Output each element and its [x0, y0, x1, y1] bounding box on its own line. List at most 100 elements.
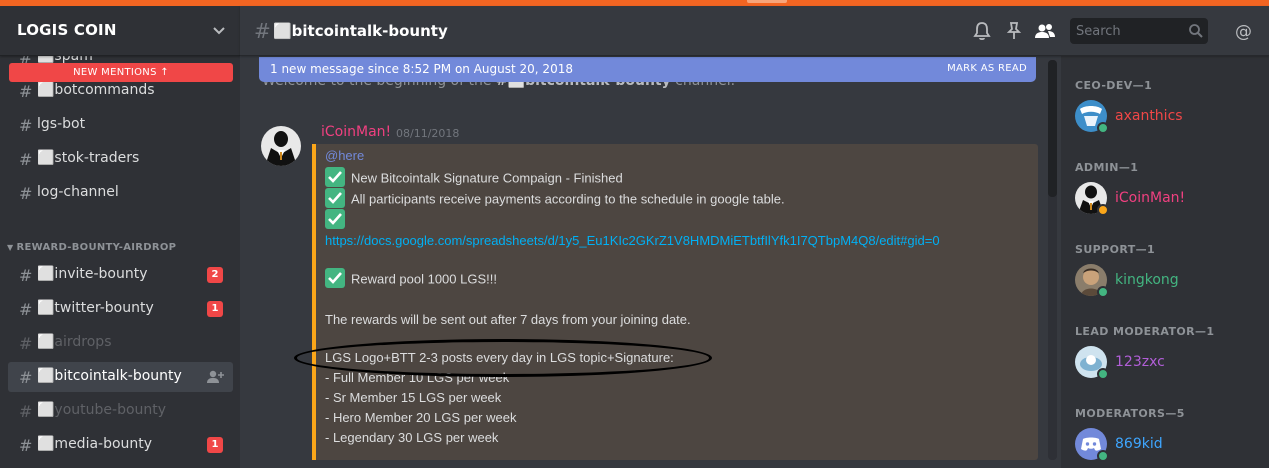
server-header[interactable]: LOGIS COIN: [0, 6, 240, 56]
chevron-down-icon: [213, 27, 225, 35]
embed-text: All participants receive payments accord…: [351, 191, 785, 207]
channel-label: ⬜youtube-bounty: [37, 402, 167, 418]
search-box[interactable]: [1070, 18, 1208, 44]
embed-line-3: [325, 209, 351, 231]
hash-icon: #: [19, 334, 33, 353]
scrollbar-thumb[interactable]: [1048, 60, 1057, 197]
channel-label: ⬜airdrops: [37, 334, 112, 350]
channel-label: ⬜invite-bounty: [37, 266, 148, 282]
mention-badge: 1: [207, 437, 223, 453]
status-indicator: [1097, 122, 1109, 134]
pin-icon[interactable]: [1003, 20, 1025, 42]
role-header: CEO-DEV—1: [1075, 79, 1153, 92]
member-item[interactable]: iCoinMan!: [1071, 177, 1261, 219]
member-name: kingkong: [1115, 272, 1179, 288]
checkmark-icon: [325, 188, 345, 208]
channel-bitcointalk-bounty[interactable]: # ⬜bitcointalk-bounty: [8, 362, 233, 392]
tier-item: - Legendary 30 LGS per week: [325, 430, 499, 445]
mention-icon[interactable]: @: [1232, 20, 1254, 42]
member-list: CEO-DEV—1 axanthics ADMIN—1 iCoinMan! SU…: [1061, 56, 1269, 468]
checkmark-icon: [325, 167, 345, 187]
spreadsheet-link[interactable]: https://docs.google.com/spreadsheets/d/1…: [325, 233, 940, 248]
embed-line-reward: Reward pool 1000 LGS!!!: [325, 268, 497, 290]
new-message-text: 1 new message since 8:52 PM on August 20…: [270, 62, 573, 76]
member-item[interactable]: kingkong: [1071, 259, 1261, 301]
channel-label: ⬜twitter-bounty: [37, 300, 154, 316]
channel-label: log-channel: [37, 184, 119, 200]
chat-header: # ⬜bitcointalk-bounty @: [240, 6, 1269, 56]
hash-icon: #: [19, 116, 33, 135]
role-header: LEAD MODERATOR—1: [1075, 325, 1215, 338]
messages-area: Welcome to the beginning of the #⬜bitcoi…: [240, 56, 1048, 468]
member-name: iCoinMan!: [1115, 190, 1186, 206]
bell-icon[interactable]: [971, 20, 993, 42]
channel-lgs-bot[interactable]: # lgs-bot: [8, 110, 233, 140]
member-item[interactable]: axanthics: [1071, 95, 1261, 137]
mark-as-read-button[interactable]: MARK AS READ: [947, 63, 1027, 74]
embed-text: Reward pool 1000 LGS!!!: [351, 271, 497, 287]
channel-media-bounty[interactable]: # ⬜media-bounty 1: [8, 430, 233, 460]
mention-badge: 1: [207, 301, 223, 317]
message-embed: @here New Bitcointalk Signature Compaign…: [312, 144, 1038, 460]
arrow-up-icon: ↑: [160, 67, 169, 78]
channel-title: ⬜bitcointalk-bounty: [273, 22, 448, 40]
hash-icon: #: [19, 436, 33, 455]
avatar[interactable]: [261, 126, 301, 166]
status-indicator: [1097, 286, 1109, 298]
member-item[interactable]: 123zxc: [1071, 341, 1261, 383]
checkmark-icon: [325, 209, 345, 229]
hash-icon: #: [19, 82, 33, 101]
add-user-icon[interactable]: [206, 369, 224, 385]
hash-icon: #: [19, 402, 33, 421]
category-header[interactable]: ▼ REWARD-BOUNTY-AIRDROP: [7, 242, 176, 253]
caret-down-icon: ▼: [7, 243, 14, 252]
new-mentions-button[interactable]: NEW MENTIONS ↑: [9, 63, 233, 82]
role-header: SUPPORT—1: [1075, 243, 1156, 256]
search-icon: [1189, 24, 1203, 38]
channel-label: lgs-bot: [37, 116, 86, 132]
member-item[interactable]: 869kid: [1071, 423, 1261, 465]
here-mention[interactable]: @here: [325, 148, 364, 163]
channel-label: ⬜media-bounty: [37, 436, 153, 452]
hash-icon: #: [19, 300, 33, 319]
server-name: LOGIS COIN: [17, 21, 117, 39]
embed-text: New Bitcointalk Signature Compaign - Fin…: [351, 170, 623, 186]
category-label: REWARD-BOUNTY-AIRDROP: [16, 242, 177, 253]
new-mentions-label: NEW MENTIONS: [73, 67, 157, 78]
channel-youtube-bounty[interactable]: # ⬜youtube-bounty: [8, 396, 233, 426]
message-timestamp: 08/11/2018: [396, 127, 460, 140]
tier-item: - Sr Member 15 LGS per week: [325, 390, 502, 405]
channel-stok-traders[interactable]: # ⬜stok-traders: [8, 144, 233, 174]
checkmark-icon: [325, 268, 345, 288]
message-author[interactable]: iCoinMan!: [321, 124, 391, 140]
channel-sidebar: LOGIS COIN # ⬜spam NEW MENTIONS ↑ # ⬜bot…: [0, 6, 240, 468]
rewards-note: The rewards will be sent out after 7 day…: [325, 312, 691, 327]
top-notch: [747, 0, 787, 3]
members-icon[interactable]: [1034, 20, 1056, 42]
member-name: axanthics: [1115, 108, 1183, 124]
channel-twitter-bounty[interactable]: # ⬜twitter-bounty 1: [8, 294, 233, 324]
mention-badge: 2: [207, 267, 223, 283]
tier-item: - Hero Member 20 LGS per week: [325, 410, 517, 425]
channel-label: ⬜stok-traders: [37, 150, 140, 166]
role-header: ADMIN—1: [1075, 161, 1139, 174]
annotation-ellipse: [294, 339, 712, 377]
new-message-bar[interactable]: 1 new message since 8:52 PM on August 20…: [259, 57, 1036, 82]
member-name: 869kid: [1115, 436, 1163, 452]
status-indicator: [1097, 368, 1109, 380]
status-indicator: [1097, 204, 1109, 216]
embed-line-2: All participants receive payments accord…: [325, 188, 785, 210]
channel-airdrops[interactable]: # ⬜airdrops: [8, 328, 233, 358]
embed-line-1: New Bitcointalk Signature Compaign - Fin…: [325, 167, 623, 189]
hash-icon: #: [19, 368, 33, 387]
member-name: 123zxc: [1115, 354, 1165, 370]
hash-icon: #: [19, 150, 33, 169]
channel-invite-bounty[interactable]: # ⬜invite-bounty 2: [8, 260, 233, 290]
channel-log-channel[interactable]: # log-channel: [8, 178, 233, 208]
hash-icon: #: [254, 19, 271, 43]
hash-icon: #: [19, 184, 33, 203]
status-indicator: [1097, 450, 1109, 462]
channel-label: ⬜bitcointalk-bounty: [37, 368, 182, 384]
svg-text:@: @: [1235, 22, 1252, 42]
search-input[interactable]: [1076, 22, 1186, 40]
